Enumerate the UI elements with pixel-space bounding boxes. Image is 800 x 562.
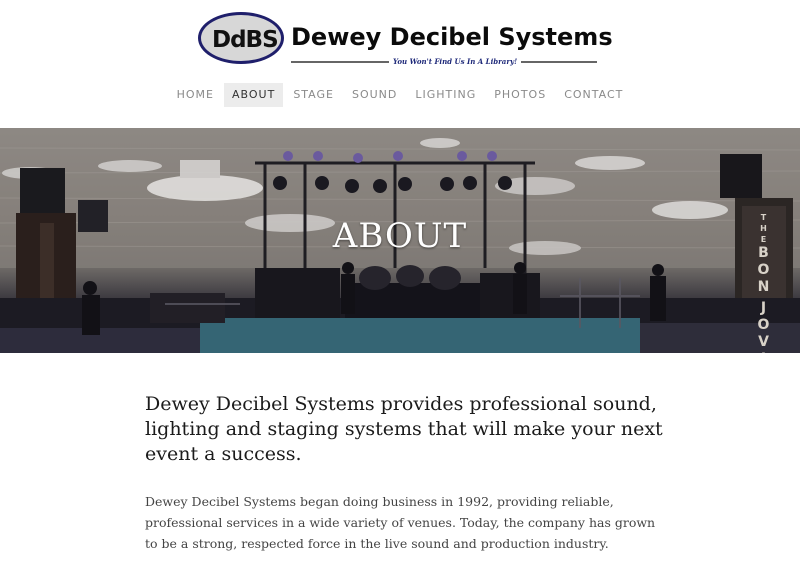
page: DdBS Dewey Decibel Systems You Won't Fin… <box>0 0 800 562</box>
nav-item-sound[interactable]: SOUND <box>344 83 405 107</box>
logo-monogram: DdBS <box>212 27 279 53</box>
nav-item-contact[interactable]: CONTACT <box>556 83 631 107</box>
lead-paragraph: Dewey Decibel Systems provides professio… <box>145 393 663 465</box>
logo-oval: DdBS <box>198 12 284 64</box>
hero-banner: ABOUT THEBONJOVI <box>0 128 800 353</box>
logo-tagline: You Won't Find Us In A Library! <box>389 56 522 67</box>
hero-banner-overlay: THEBONJOVI <box>758 213 771 353</box>
site-header: DdBS Dewey Decibel Systems You Won't Fin… <box>0 0 800 128</box>
nav-item-photos[interactable]: PHOTOS <box>486 83 554 107</box>
main-nav: HOME ABOUT STAGE SOUND LIGHTING PHOTOS C… <box>0 83 800 107</box>
body-paragraph: Dewey Decibel Systems began doing busine… <box>145 494 656 551</box>
nav-item-stage[interactable]: STAGE <box>285 83 342 107</box>
nav-item-lighting[interactable]: LIGHTING <box>407 83 484 107</box>
nav-item-home[interactable]: HOME <box>169 83 222 107</box>
nav-item-about[interactable]: ABOUT <box>224 83 284 107</box>
about-content: Dewey Decibel Systems provides professio… <box>145 392 665 554</box>
logo-title: Dewey Decibel Systems <box>291 23 613 51</box>
banner-text: THEBONJOVI <box>758 213 771 353</box>
site-logo[interactable]: DdBS Dewey Decibel Systems You Won't Fin… <box>198 12 613 72</box>
